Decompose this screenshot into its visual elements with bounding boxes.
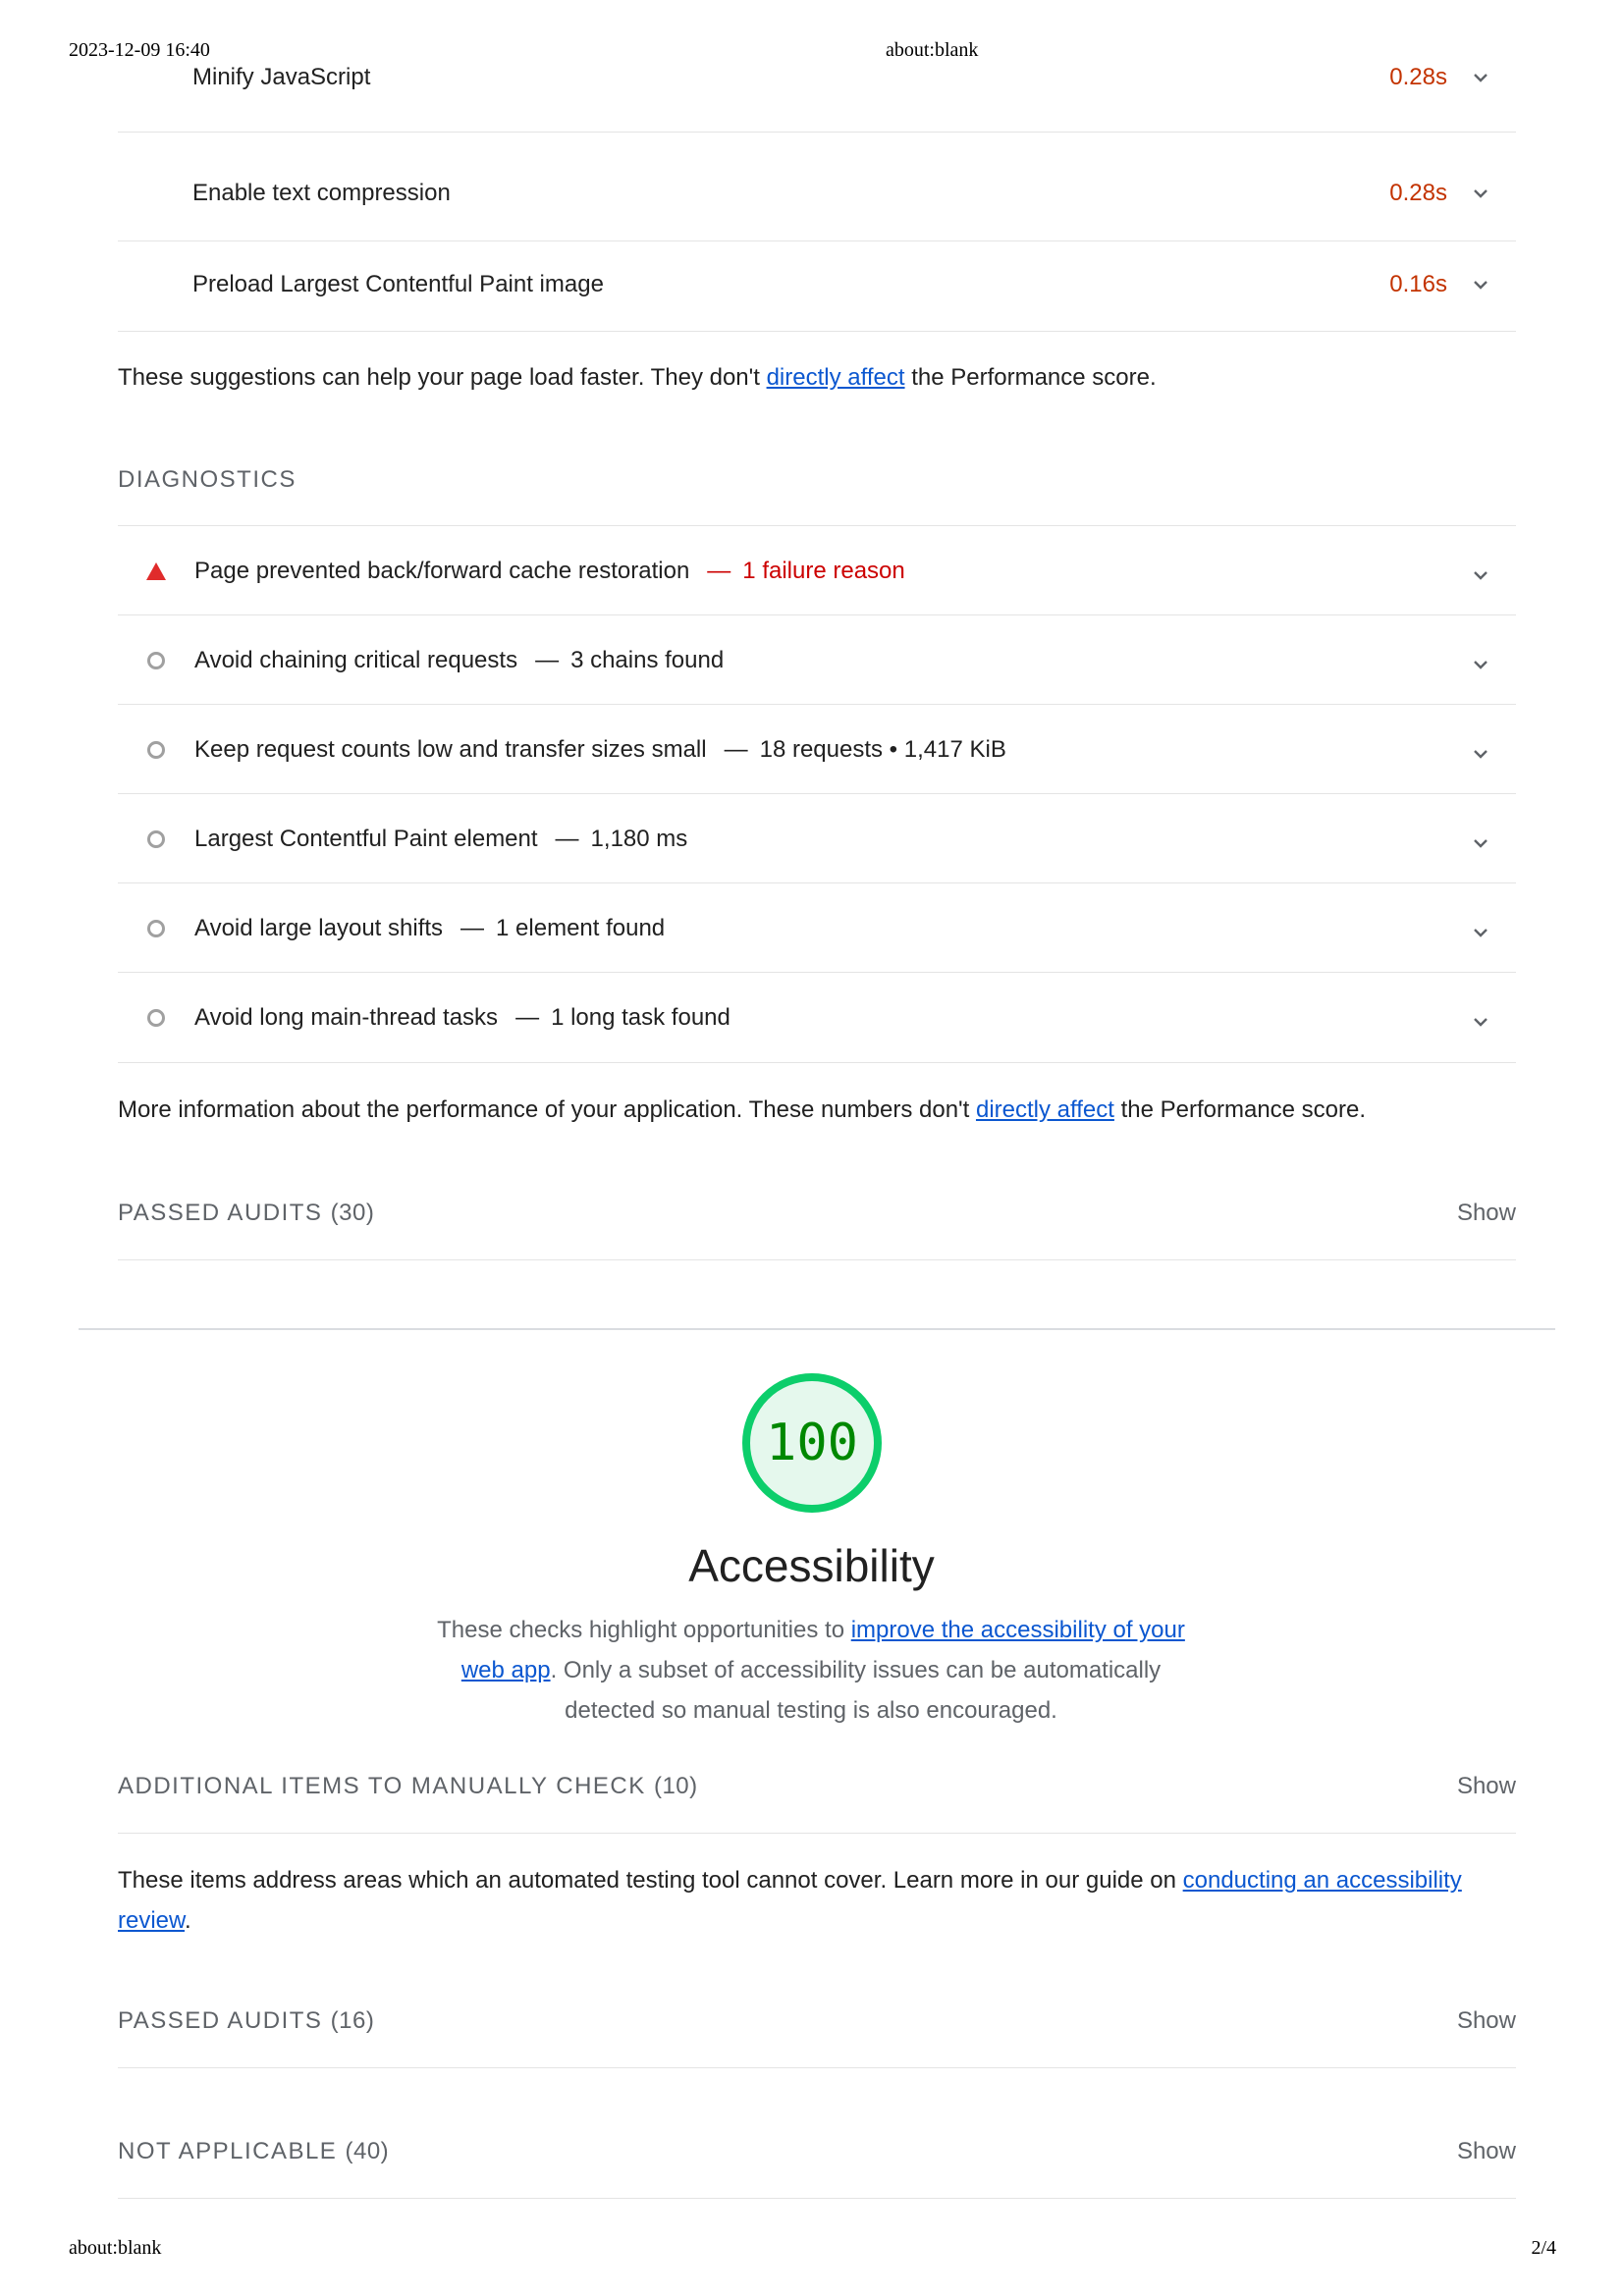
diagnostic-dash: —	[555, 825, 579, 852]
diagnostic-text: Page prevented back/forward cache restor…	[194, 558, 905, 585]
chevron-down-icon[interactable]	[1471, 275, 1490, 294]
diagnostic-title: Largest Contentful Paint element	[194, 825, 538, 852]
diagnostic-dash: —	[724, 735, 748, 763]
red-triangle-icon	[146, 561, 166, 580]
diagnostic-detail: 1 failure reason	[742, 557, 905, 584]
a11y-passed-audits-title[interactable]: PASSED AUDITS (16)	[118, 2007, 374, 2035]
chevron-down-icon[interactable]	[1471, 923, 1490, 942]
section-divider	[79, 1328, 1555, 1330]
diagnostic-text: Avoid chaining critical requests — 3 chain…	[194, 647, 724, 674]
show-button[interactable]: Show	[1457, 2007, 1516, 2035]
diagnostic-text: Largest Contentful Paint element — 1,180 m…	[194, 826, 687, 853]
diagnostic-detail: 3 chains found	[570, 646, 725, 673]
diagnostic-title: Keep request counts low and transfer siz…	[194, 735, 707, 763]
diagnostics-title: DIAGNOSTICS	[118, 466, 297, 493]
opportunity-title: Preload Largest Contentful Paint image	[192, 271, 604, 297]
diagnostics-note: More information about the performance o…	[118, 1090, 1516, 1130]
show-button[interactable]: Show	[1457, 1773, 1516, 1800]
divider	[118, 1259, 1516, 1260]
not-applicable-title[interactable]: NOT APPLICABLE (40)	[118, 2138, 389, 2165]
diagnostic-row[interactable]: Page prevented back/forward cache restor…	[118, 525, 1516, 615]
manual-check-title[interactable]: ADDITIONAL ITEMS TO MANUALLY CHECK (10)	[118, 1773, 698, 1800]
opportunity-row[interactable]: Preload Largest Contentful Paint image 0…	[118, 242, 1516, 332]
opportunity-title: Enable text compression	[192, 180, 451, 206]
chevron-down-icon[interactable]	[1471, 68, 1490, 87]
diagnostic-text: Avoid large layout shifts — 1 element foun…	[194, 915, 665, 942]
gray-circle-icon	[147, 919, 165, 937]
opportunities-note: These suggestions can help your page loa…	[118, 357, 1516, 398]
note-text: the Performance score.	[904, 364, 1157, 391]
desc-text: . Only a subset of accessibility issues …	[550, 1657, 1162, 1724]
diagnostic-dash: —	[535, 646, 560, 673]
diagnostic-row[interactable]: Largest Contentful Paint element — 1,180 m…	[118, 793, 1516, 883]
score-value: 100	[766, 1414, 858, 1472]
diagnostic-detail: 1 long task found	[551, 1003, 730, 1031]
gray-circle-icon	[147, 740, 165, 759]
note-text: These items address areas which an autom…	[118, 1867, 1183, 1894]
gray-circle-icon	[147, 829, 165, 848]
chevron-down-icon[interactable]	[1471, 1012, 1490, 1032]
group-count: (10)	[653, 1773, 698, 1799]
divider	[118, 2067, 1516, 2068]
diagnostic-text: Avoid long main-thread tasks — 1 long task…	[194, 1004, 730, 1032]
diagnostic-title: Avoid large layout shifts	[194, 914, 444, 941]
diagnostic-row[interactable]: Keep request counts low and transfer siz…	[118, 704, 1516, 794]
desc-text: These checks highlight opportunities to	[437, 1617, 851, 1643]
opportunity-title: Minify JavaScript	[192, 64, 371, 90]
show-button[interactable]: Show	[1457, 1200, 1516, 1227]
group-label: NOT APPLICABLE	[118, 2138, 338, 2164]
group-count: (40)	[345, 2138, 390, 2164]
opportunity-row[interactable]: Enable text compression 0.28s	[118, 152, 1516, 241]
print-page-number: 2/4	[1531, 2237, 1556, 2259]
diagnostic-detail: 1 element found	[496, 914, 666, 941]
opportunity-savings: 0.16s	[1389, 271, 1447, 297]
divider	[118, 2198, 1516, 2199]
diagnostic-title: Avoid long main-thread tasks	[194, 1003, 499, 1031]
diagnostic-row[interactable]: Avoid chaining critical requests — 3 chain…	[118, 614, 1516, 705]
directly-affect-link[interactable]: directly affect	[976, 1096, 1114, 1123]
perf-passed-audits-title[interactable]: PASSED AUDITS (30)	[118, 1200, 374, 1227]
gray-circle-icon	[147, 1008, 165, 1027]
category-title: Accessibility	[688, 1540, 935, 1591]
opportunity-savings: 0.28s	[1389, 180, 1447, 206]
diagnostic-title: Page prevented back/forward cache restor…	[194, 557, 690, 584]
gray-circle-icon	[147, 651, 165, 669]
diagnostic-title: Avoid chaining critical requests	[194, 646, 518, 673]
diagnostic-dash: —	[515, 1003, 540, 1031]
chevron-down-icon[interactable]	[1471, 184, 1490, 203]
group-label: PASSED AUDITS	[118, 1200, 323, 1226]
divider	[118, 1833, 1516, 1834]
chevron-down-icon[interactable]	[1471, 565, 1490, 585]
manual-check-note: These items address areas which an autom…	[118, 1860, 1516, 1941]
print-footer-url: about:blank	[69, 2237, 162, 2259]
diagnostic-text: Keep request counts low and transfer siz…	[194, 736, 1006, 764]
diagnostic-dash: —	[460, 914, 485, 941]
note-text: More information about the performance o…	[118, 1096, 976, 1123]
chevron-down-icon[interactable]	[1471, 655, 1490, 674]
group-count: (30)	[330, 1200, 375, 1226]
chevron-down-icon[interactable]	[1471, 744, 1490, 764]
directly-affect-link[interactable]: directly affect	[767, 364, 905, 391]
group-label: ADDITIONAL ITEMS TO MANUALLY CHECK	[118, 1773, 646, 1799]
group-label: PASSED AUDITS	[118, 2007, 323, 2034]
note-text: These suggestions can help your page loa…	[118, 364, 767, 391]
group-count: (16)	[330, 2007, 375, 2034]
show-button[interactable]: Show	[1457, 2138, 1516, 2165]
diagnostic-detail: 18 requests • 1,417 KiB	[759, 735, 1006, 763]
category-description: These checks highlight opportunities to …	[418, 1610, 1204, 1731]
chevron-down-icon[interactable]	[1471, 833, 1490, 853]
note-text: the Performance score.	[1113, 1096, 1367, 1123]
diagnostic-dash: —	[707, 557, 731, 584]
diagnostic-detail: 1,180 ms	[590, 825, 688, 852]
note-text: .	[185, 1907, 191, 1934]
opportunity-savings: 0.28s	[1389, 64, 1447, 90]
opportunity-row[interactable]: Minify JavaScript 0.28s	[118, 43, 1516, 133]
diagnostic-row[interactable]: Avoid large layout shifts — 1 element foun…	[118, 882, 1516, 973]
diagnostic-row[interactable]: Avoid long main-thread tasks — 1 long task…	[118, 972, 1516, 1063]
